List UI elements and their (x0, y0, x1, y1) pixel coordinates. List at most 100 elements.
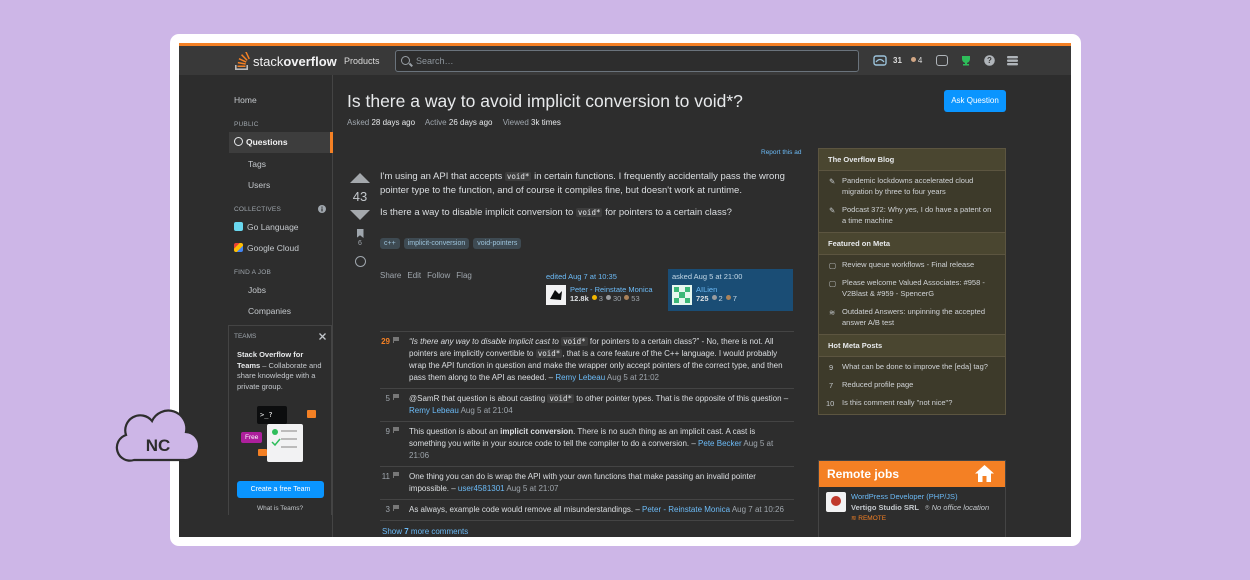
remote-jobs-header[interactable]: Remote jobs (819, 461, 1005, 487)
blog-item[interactable]: ✎ Pandemic lockdowns accelerated cloud mi… (819, 171, 1005, 200)
job-company-line: Vertigo Studio SRL ⌾ No office location (851, 502, 998, 513)
google-cloud-label: Google Cloud (247, 243, 299, 253)
comment-item: 9 This question is about an implicit con… (380, 422, 794, 467)
tag-cpp[interactable]: c++ (380, 238, 400, 249)
topbar-icons: 31 4 ? (873, 55, 1019, 66)
nav-tags[interactable]: Tags (248, 159, 266, 169)
job-title[interactable]: WordPress Developer (PHP/JS) (851, 491, 998, 502)
asker-card: asked Aug 5 at 21:00 AILien 725 2 7 (668, 269, 793, 311)
flag-link[interactable]: Flag (456, 271, 472, 280)
job-location: No office location (931, 503, 990, 512)
editor-name[interactable]: Peter - Reinstate Monica (570, 285, 653, 294)
go-language-icon (234, 222, 243, 231)
comment-date[interactable]: Aug 5 at 21:02 (607, 373, 659, 382)
hot-meta-item[interactable]: 9 What can be done to improve the [eda] t… (819, 357, 1005, 375)
go-language-label: Go Language (247, 222, 299, 232)
inbox-icon[interactable] (936, 55, 949, 66)
show-more-comments-link[interactable]: Show 7 more comments (382, 527, 468, 536)
comment-user[interactable]: user4581301 (458, 484, 505, 493)
profile-avatar-icon[interactable] (873, 55, 887, 66)
silver-badge-icon (711, 295, 717, 300)
nav-jobs[interactable]: Jobs (248, 285, 266, 295)
asker-name[interactable]: AILien (696, 285, 737, 294)
nav-find-a-job-heading: FIND A JOB (234, 269, 272, 276)
question-body: I'm using an API that accepts void* in c… (380, 170, 790, 228)
nc-logo-text: NC (146, 436, 171, 455)
achievements-icon[interactable] (960, 55, 972, 66)
search-input[interactable]: Search… (395, 50, 859, 72)
hot-meta-count: 7 (829, 381, 834, 390)
teams-promo: TEAMS Stack Overflow for Teams – Collabo… (228, 325, 332, 515)
follow-link[interactable]: Follow (427, 271, 450, 280)
edit-link[interactable]: Edit (407, 271, 421, 280)
home-icon (975, 465, 994, 482)
upvote-arrow-icon[interactable] (350, 173, 370, 183)
question-title[interactable]: Is there a way to avoid implicit convers… (347, 91, 743, 112)
bronze-badge-icon (910, 57, 916, 62)
remote-jobs-panel: Remote jobs WordPress Developer (PHP/JS)… (818, 460, 1006, 537)
products-menu[interactable]: Products (344, 56, 380, 66)
meta-item[interactable]: ≋ Outdated Answers: unpinning the accepte… (819, 302, 1005, 334)
comment-user[interactable]: Remy Lebeau (409, 406, 459, 415)
blog-item[interactable]: ✎ Podcast 372: Why yes, I do have a paten… (819, 200, 1005, 232)
right-sidebar: The Overflow Blog ✎ Pandemic lockdowns ac… (818, 148, 1006, 415)
job-company: Vertigo Studio SRL (851, 503, 919, 512)
free-badge: Free (241, 432, 263, 443)
svg-text:>_?: >_? (260, 411, 273, 419)
comment-icon: ▢ (829, 279, 837, 288)
active-value[interactable]: 26 days ago (449, 118, 493, 127)
hot-meta-item[interactable]: 10 Is this comment really "not nice"? (819, 393, 1005, 414)
vote-cell: 43 6 (349, 173, 371, 267)
nav-users[interactable]: Users (248, 180, 270, 190)
inline-code: void* (575, 208, 603, 217)
comment-date[interactable]: Aug 5 at 21:04 (461, 406, 513, 415)
site-switcher-icon[interactable] (1007, 55, 1019, 66)
flag-icon[interactable] (393, 472, 399, 478)
hot-meta-heading: Hot Meta Posts (819, 334, 1005, 357)
asker-avatar[interactable] (672, 285, 692, 305)
ask-question-button[interactable]: Ask Question (944, 90, 1006, 112)
comment-score: 9 (385, 427, 390, 436)
svg-text:?: ? (987, 56, 992, 65)
downvote-arrow-icon[interactable] (350, 210, 370, 220)
editor-avatar[interactable] (546, 285, 566, 305)
nav-home[interactable]: Home (234, 95, 257, 105)
nav-google-cloud[interactable]: Google Cloud (234, 243, 299, 253)
comment-date[interactable]: Aug 5 at 21:07 (506, 484, 558, 493)
info-icon[interactable] (318, 205, 326, 213)
comment-item: 29 “Is there any way to disable implicit… (380, 332, 794, 389)
report-ad-link[interactable]: Report this ad (761, 149, 801, 156)
tag-void-pointers[interactable]: void-pointers (473, 238, 522, 249)
meta-item[interactable]: ▢ Review queue workflows - Final release (819, 255, 1005, 273)
meta-item[interactable]: ▢ Please welcome Valued Associates: #958 … (819, 273, 1005, 302)
history-icon[interactable] (354, 256, 366, 267)
post-menu: Share Edit Follow Flag (380, 271, 472, 280)
tag-implicit-conversion[interactable]: implicit-conversion (403, 238, 470, 249)
comment-user[interactable]: Remy Lebeau (555, 373, 605, 382)
flag-icon[interactable] (393, 337, 399, 343)
hot-meta-item[interactable]: 7 Reduced profile page (819, 375, 1005, 393)
flag-icon[interactable] (393, 505, 399, 511)
comment-score: 3 (385, 505, 390, 514)
what-is-teams-link[interactable]: What is Teams? (229, 505, 331, 512)
job-listing[interactable]: WordPress Developer (PHP/JS) Vertigo Stu… (819, 487, 1005, 524)
comment-date[interactable]: Aug 7 at 10:26 (732, 505, 784, 514)
nav-go-language[interactable]: Go Language (234, 222, 299, 232)
comment-user[interactable]: Pete Becker (698, 439, 742, 448)
stackoverflow-logo[interactable]: stack overflow (234, 52, 337, 70)
globe-icon (234, 137, 243, 146)
flag-icon[interactable] (393, 394, 399, 400)
help-icon[interactable]: ? (984, 55, 996, 66)
create-team-button[interactable]: Create a free Team (237, 481, 324, 498)
bronze-count: 4 (917, 56, 923, 65)
flag-icon[interactable] (393, 427, 399, 433)
edited-timestamp[interactable]: edited Aug 7 at 10:35 (546, 272, 666, 281)
nav-companies[interactable]: Companies (248, 306, 291, 316)
bookmark-icon[interactable] (356, 229, 364, 238)
close-icon[interactable] (319, 333, 326, 340)
question-paragraph-2: Is there a way to disable implicit conve… (380, 207, 732, 218)
nav-questions[interactable]: Questions (229, 132, 333, 153)
active-label: Active (424, 118, 447, 127)
share-link[interactable]: Share (380, 271, 401, 280)
comment-user[interactable]: Peter - Reinstate Monica (642, 505, 730, 514)
